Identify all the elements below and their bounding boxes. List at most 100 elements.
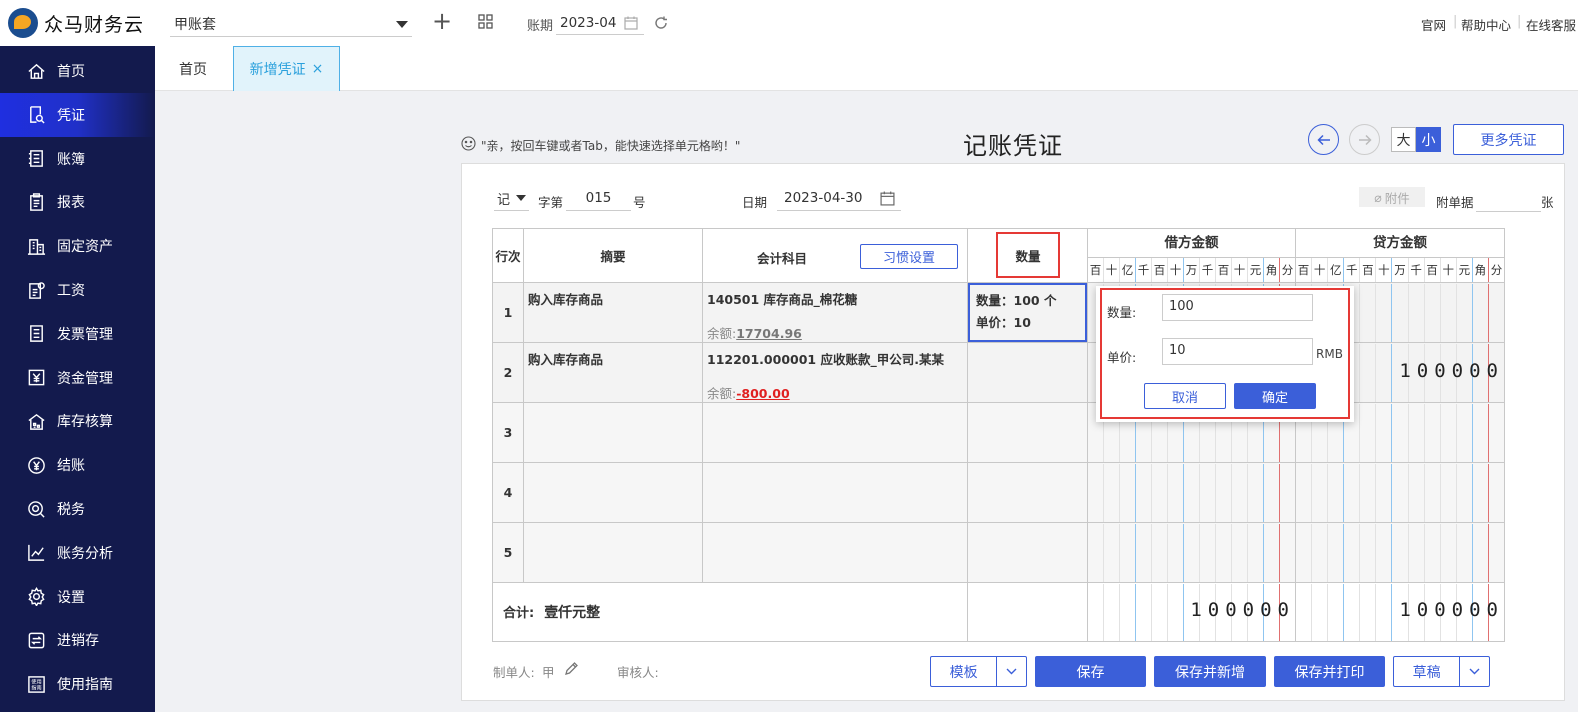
- chevron-down-icon[interactable]: [1459, 657, 1489, 686]
- calendar-icon[interactable]: [624, 16, 638, 30]
- sidebar-item-9[interactable]: 结账: [0, 443, 155, 487]
- total-credit-cell: 100000: [1295, 582, 1505, 642]
- sidebar-item-14[interactable]: 使用 指南 使用指南: [0, 662, 155, 706]
- attach-doc-count-input[interactable]: [1476, 187, 1541, 212]
- subject-cell[interactable]: [702, 522, 968, 583]
- total-debit-cell: 100000: [1087, 582, 1296, 642]
- digit-header: 角: [1473, 258, 1489, 282]
- digit-header: 亿: [1328, 258, 1345, 282]
- svg-text:指南: 指南: [31, 683, 41, 691]
- sidebar-item-12[interactable]: 设置: [0, 575, 155, 619]
- sidebar-item-13[interactable]: 进销存: [0, 618, 155, 662]
- period-label: 账期: [527, 19, 554, 34]
- save-and-new-button[interactable]: 保存并新增: [1154, 656, 1266, 687]
- pencil-icon[interactable]: [564, 661, 579, 676]
- header-qty: 数量: [967, 228, 1088, 283]
- summary-cell[interactable]: [523, 402, 703, 463]
- debit-cell[interactable]: [1087, 462, 1296, 523]
- summary-cell[interactable]: [523, 462, 703, 523]
- popup-qty-input[interactable]: 100: [1162, 294, 1313, 321]
- voucher-number-value: 015: [585, 190, 612, 206]
- subject-cell[interactable]: 112201.000001 应收账款_甲公司.某某 余额:-800.00: [702, 342, 968, 403]
- sidebar-item-label: 发票管理: [57, 326, 113, 343]
- sidebar-item-0[interactable]: 首页: [0, 49, 155, 93]
- total-words: 壹仟元整: [544, 605, 601, 621]
- popup-cancel-button[interactable]: 取消: [1144, 383, 1226, 409]
- template-button[interactable]: 模板: [930, 656, 1027, 687]
- tab-home[interactable]: 首页: [163, 46, 223, 91]
- refresh-icon[interactable]: [654, 16, 668, 30]
- period-input[interactable]: 2023-04: [556, 11, 644, 35]
- tab-new-voucher[interactable]: 新增凭证 ×: [233, 46, 340, 91]
- more-vouchers-button[interactable]: 更多凭证: [1453, 124, 1564, 155]
- row-no: 2: [492, 342, 524, 403]
- qty-text: 数量：100 个: [976, 293, 1057, 308]
- save-and-print-button[interactable]: 保存并打印: [1274, 656, 1385, 687]
- prev-voucher-button[interactable]: [1308, 124, 1339, 155]
- size-big-button[interactable]: 大: [1391, 127, 1416, 152]
- summary-cell[interactable]: [523, 522, 703, 583]
- next-voucher-button[interactable]: [1349, 124, 1380, 155]
- save-button[interactable]: 保存: [1035, 656, 1146, 687]
- date-input[interactable]: 2023-04-30: [777, 186, 901, 211]
- sidebar-item-7[interactable]: 资金管理: [0, 356, 155, 400]
- qty-cell[interactable]: 数量：100 个单价：10: [967, 282, 1088, 343]
- add-icon[interactable]: +: [432, 9, 452, 33]
- popup-price-input[interactable]: 10: [1162, 338, 1313, 365]
- sidebar-item-6[interactable]: 发票管理: [0, 312, 155, 356]
- size-small-button[interactable]: 小: [1416, 127, 1441, 152]
- attachment-button[interactable]: ⌀ 附件: [1359, 187, 1425, 207]
- credit-cell[interactable]: [1295, 522, 1505, 583]
- digit-header: 分: [1281, 263, 1294, 277]
- brand-logo[interactable]: 众马财务云: [0, 0, 155, 46]
- sidebar-item-4[interactable]: 固定资产: [0, 224, 155, 268]
- chevron-down-icon[interactable]: [996, 657, 1026, 686]
- row-no: 1: [492, 282, 524, 343]
- subject-cell[interactable]: [702, 402, 968, 463]
- balance-value[interactable]: -800.00: [736, 386, 789, 401]
- close-icon[interactable]: ×: [312, 61, 324, 77]
- sidebar-item-1[interactable]: 凭证: [0, 92, 155, 137]
- summary-cell[interactable]: 购入库存商品: [523, 282, 703, 343]
- account-set-select[interactable]: 甲账套: [170, 12, 412, 37]
- period-value: 2023-04: [560, 14, 617, 31]
- top-link-service[interactable]: 在线客服: [1526, 15, 1576, 34]
- credit-amount: 100000: [1399, 360, 1504, 382]
- top-link-help[interactable]: 帮助中心: [1461, 15, 1511, 34]
- habit-settings-button[interactable]: 习惯设置: [860, 244, 958, 269]
- summary-cell[interactable]: 购入库存商品: [523, 342, 703, 403]
- balance-value[interactable]: 17704.96: [736, 326, 802, 341]
- sidebar-item-2[interactable]: 账簿: [0, 137, 155, 181]
- top-link-website[interactable]: 官网: [1421, 15, 1446, 34]
- calendar-icon[interactable]: [880, 191, 895, 206]
- qty-cell[interactable]: [967, 402, 1088, 463]
- grid-icon[interactable]: [478, 14, 493, 29]
- popup-qty-label: 数量:: [1107, 305, 1137, 320]
- debit-cell[interactable]: [1087, 522, 1296, 583]
- voucher-number-input[interactable]: 015: [566, 186, 631, 211]
- chart-line-icon: [26, 543, 46, 563]
- subject-cell[interactable]: 140501 库存商品_棉花糖 余额:17704.96: [702, 282, 968, 343]
- credit-cell[interactable]: [1295, 462, 1505, 523]
- attach-doc-label: 附单据: [1436, 195, 1474, 210]
- popup-ok-button[interactable]: 确定: [1234, 383, 1316, 409]
- sidebar-item-11[interactable]: 账务分析: [0, 531, 155, 575]
- qty-cell[interactable]: [967, 522, 1088, 583]
- sidebar-item-8[interactable]: 库存核算: [0, 399, 155, 443]
- sidebar-item-3[interactable]: 报表: [0, 180, 155, 224]
- popup-qty-value: 100: [1169, 299, 1194, 314]
- header-credit: 贷方金额 百十亿千百十万千百十元角分: [1295, 228, 1505, 283]
- sidebar-item-5[interactable]: 工资: [0, 268, 155, 312]
- digit-header: 十: [1168, 258, 1184, 282]
- sidebar-item-10[interactable]: 税务: [0, 487, 155, 531]
- guide-icon: 使用 指南: [26, 674, 46, 694]
- qty-cell[interactable]: [967, 342, 1088, 403]
- qty-cell[interactable]: [967, 462, 1088, 523]
- subject-cell[interactable]: [702, 462, 968, 523]
- draft-button[interactable]: 草稿: [1393, 656, 1490, 687]
- table-row: 4: [492, 462, 1505, 523]
- voucher-word-select[interactable]: 记: [494, 186, 529, 211]
- sidebar-item-label: 凭证: [57, 107, 85, 124]
- total-label: 合计:: [503, 606, 535, 621]
- row-no: 4: [492, 462, 524, 523]
